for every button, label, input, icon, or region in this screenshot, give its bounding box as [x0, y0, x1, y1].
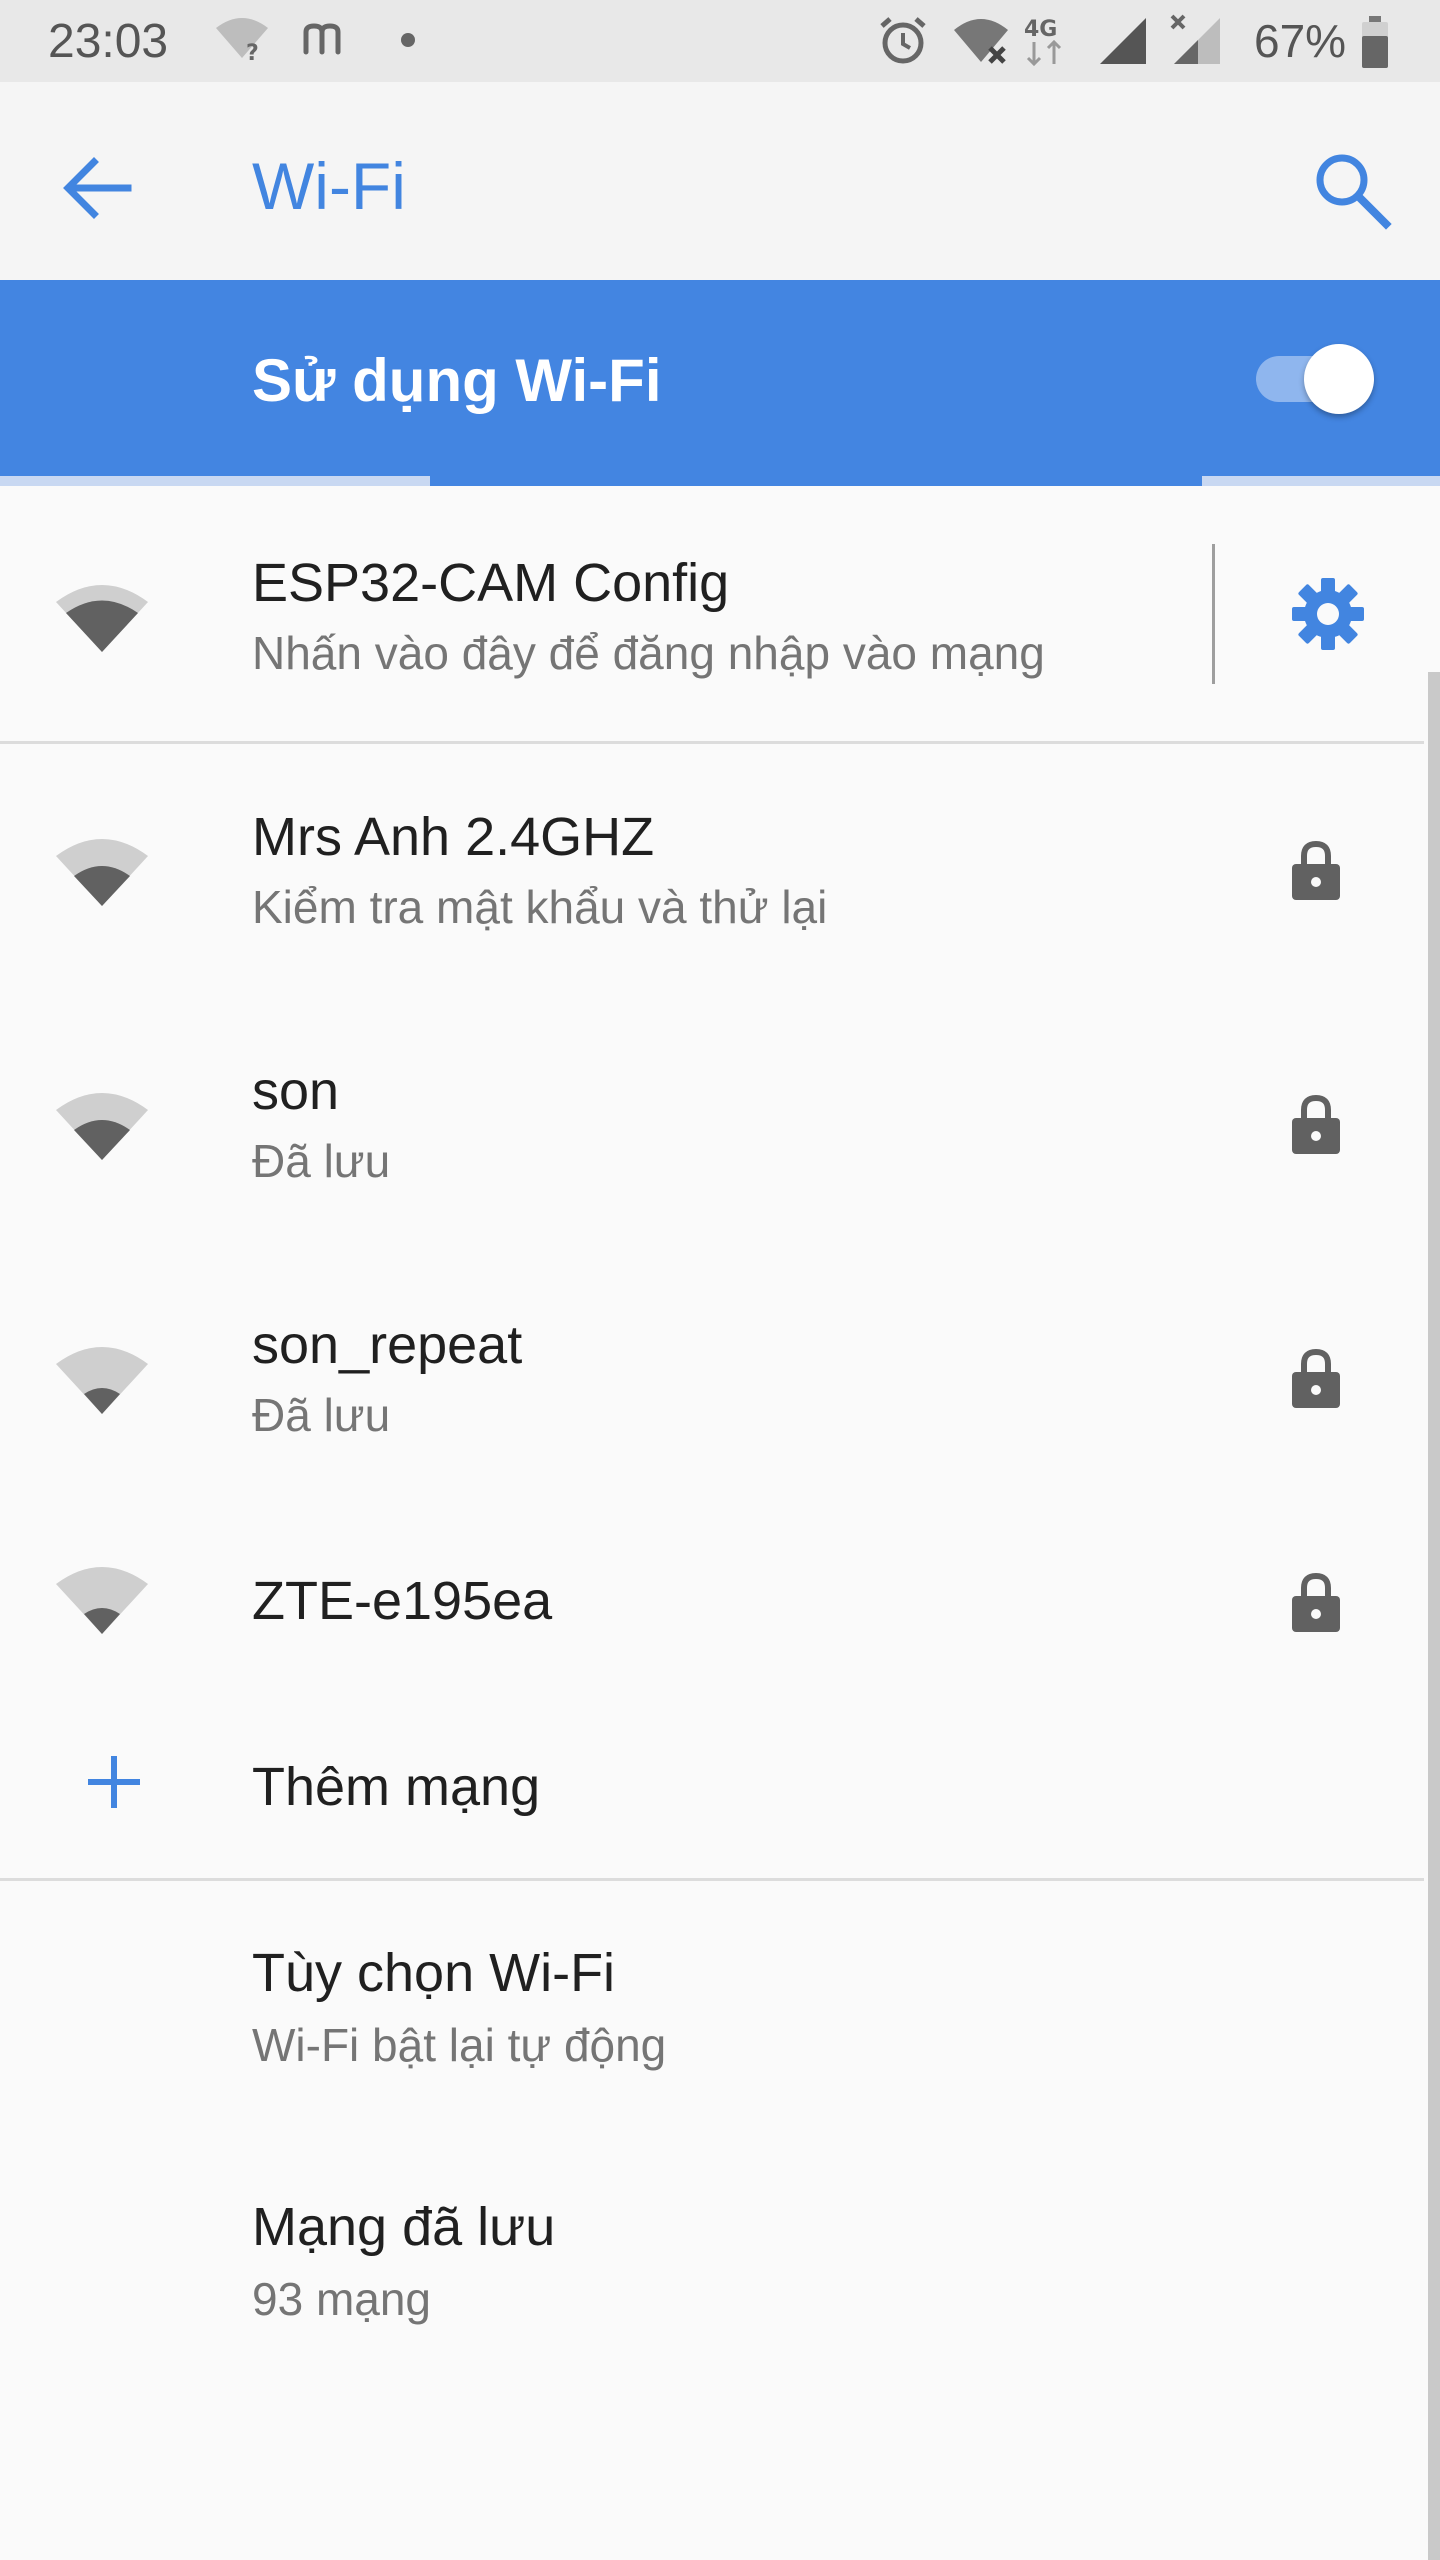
network-name: son [252, 1061, 340, 1121]
network-name: son_repeat [252, 1315, 523, 1375]
lock-icon [1292, 840, 1340, 900]
section-divider [0, 1878, 1424, 1881]
network-name: ZTE-e195ea [252, 1571, 553, 1631]
network-name: ESP32-CAM Config [252, 553, 730, 613]
add-network-item[interactable]: Thêm mạng [0, 1696, 1424, 1878]
preference-title: Mạng đã lưu [252, 2197, 556, 2257]
status-time: 23:03 [48, 15, 169, 68]
scrollbar[interactable] [1428, 672, 1440, 2560]
wifi-toggle-switch[interactable] [1304, 344, 1374, 414]
wifi-signal-icon [56, 1347, 148, 1414]
network-status: Đã lưu [252, 1135, 391, 1187]
wifi-no-internet-icon [954, 19, 1008, 64]
network-name: Mrs Anh 2.4GHZ [252, 807, 655, 867]
m-app-icon [303, 23, 341, 55]
dot-icon [401, 33, 415, 47]
search-icon[interactable] [1310, 148, 1394, 232]
status-bar: 23:03 ? 4G 67% [0, 0, 1440, 82]
wifi-unknown-icon: ? [216, 18, 268, 64]
master-switch-label: Sử dụng Wi-Fi [252, 347, 662, 414]
battery-percent: 67% [1254, 15, 1347, 67]
app-bar: Wi-Fi [0, 82, 1440, 280]
svg-text:4G: 4G [1024, 17, 1057, 42]
battery-icon [1362, 16, 1388, 68]
svg-text:?: ? [246, 41, 259, 64]
gear-icon[interactable] [1288, 574, 1368, 654]
preference-summary: Wi-Fi bật lại tự động [252, 2019, 667, 2071]
preference-summary: 93 mạng [252, 2273, 432, 2325]
network-item-esp32-cam-config[interactable]: ESP32-CAM Config Nhấn vào đây để đăng nh… [0, 490, 1424, 740]
network-item-son-repeat[interactable]: son_repeat Đã lưu [0, 1252, 1424, 1506]
signal-no-data-icon [1170, 14, 1220, 64]
page-title: Wi-Fi [252, 149, 406, 223]
network-item-son[interactable]: son Đã lưu [0, 998, 1424, 1252]
alarm-icon [880, 17, 926, 64]
scanning-progress-bar [430, 476, 1202, 486]
preference-title: Tùy chọn Wi-Fi [252, 1943, 616, 2003]
4g-icon: 4G [1024, 17, 1062, 67]
wifi-signal-icon [56, 1093, 148, 1160]
lock-icon [1292, 1348, 1340, 1408]
add-network-label: Thêm mạng [252, 1757, 541, 1817]
network-status: Đã lưu [252, 1389, 391, 1441]
wifi-signal-icon [56, 585, 148, 652]
wifi-preferences-item[interactable]: Tùy chọn Wi-Fi Wi-Fi bật lại tự động [0, 1882, 1424, 2136]
network-status: Nhấn vào đây để đăng nhập vào mạng [252, 627, 1045, 679]
wifi-signal-icon [56, 839, 148, 906]
saved-networks-item[interactable]: Mạng đã lưu 93 mạng [0, 2136, 1424, 2390]
network-item-mrs-anh[interactable]: Mrs Anh 2.4GHZ Kiểm tra mật khẩu và thử … [0, 744, 1424, 998]
wifi-signal-icon [56, 1567, 148, 1634]
network-status: Kiểm tra mật khẩu và thử lại [252, 881, 828, 933]
signal-icon [1100, 18, 1146, 64]
lock-icon [1292, 1572, 1340, 1632]
plus-icon [88, 1756, 140, 1808]
vertical-divider [1212, 544, 1215, 684]
arrow-back-icon[interactable] [58, 148, 138, 228]
lock-icon [1292, 1094, 1340, 1154]
wifi-master-switch-bar[interactable]: Sử dụng Wi-Fi [0, 280, 1440, 486]
network-item-zte-e195ea[interactable]: ZTE-e195ea [0, 1506, 1424, 1696]
